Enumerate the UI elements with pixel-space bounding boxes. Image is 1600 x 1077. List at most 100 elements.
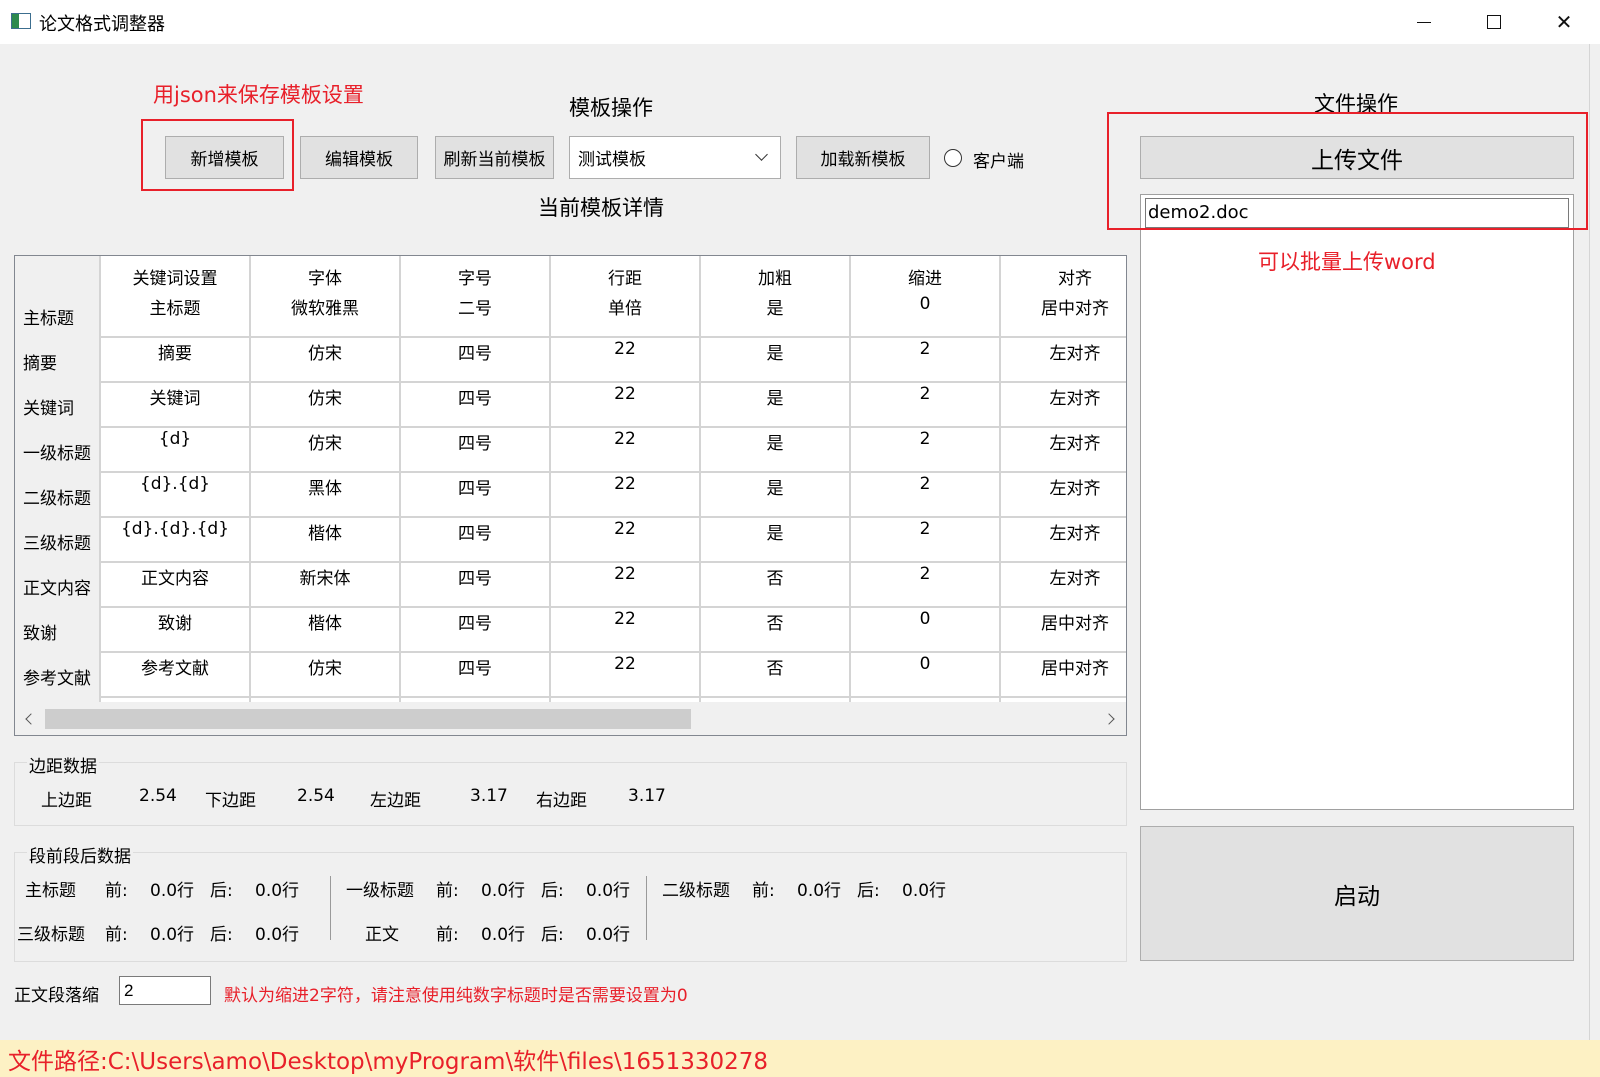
file-list[interactable] [1140,194,1574,810]
table-cell[interactable]: 参考文献 [101,654,249,679]
table-cell[interactable]: 楷体 [251,519,399,544]
table-cell[interactable]: 22 [551,564,699,584]
row-header[interactable]: 主标题 [23,304,74,329]
table-cell[interactable]: 仿宋 [251,429,399,454]
table-cell[interactable]: 是 [701,519,849,544]
table-cell[interactable]: 22 [551,474,699,494]
table-cell[interactable]: 是 [701,384,849,409]
table-cell[interactable]: 左对齐 [1001,384,1126,409]
column-header-indent[interactable]: 缩进 [851,264,999,289]
table-cell[interactable]: 22 [551,384,699,404]
table-cell[interactable]: 否 [701,654,849,679]
table-cell[interactable]: 四号 [401,519,549,544]
table-cell[interactable]: 否 [701,564,849,589]
table-cell[interactable]: 四号 [401,339,549,364]
table-cell[interactable]: 居中对齐 [1001,294,1126,319]
table-cell[interactable]: 仿宋 [251,654,399,679]
column-header-font[interactable]: 字体 [251,264,399,289]
row-header[interactable]: 二级标题 [23,484,91,509]
column-header-line-spacing[interactable]: 行距 [551,264,699,289]
table-cell[interactable]: 正文内容 [101,564,249,589]
table-cell[interactable]: 2 [851,519,999,539]
table-cell[interactable]: 是 [701,474,849,499]
scroll-right-icon[interactable] [1103,713,1115,725]
table-cell[interactable]: 四号 [401,429,549,454]
table-cell[interactable]: 致谢 [101,609,249,634]
table-cell[interactable]: 2 [851,384,999,404]
before-label: 前: [105,925,128,945]
table-cell[interactable]: 黑体 [251,474,399,499]
after-label: 后: [210,881,233,901]
column-header-align[interactable]: 对齐 [1001,264,1126,289]
table-cell[interactable]: 仿宋 [251,339,399,364]
table-cell[interactable]: 二号 [401,294,549,319]
row-header[interactable]: 正文内容 [23,574,91,599]
table-cell[interactable]: 左对齐 [1001,339,1126,364]
table-cell[interactable]: 单倍 [551,294,699,319]
minimize-button[interactable] [1389,0,1459,44]
table-cell[interactable]: 四号 [401,384,549,409]
close-button[interactable]: ✕ [1529,0,1599,44]
table-cell[interactable]: {d}.{d} [101,474,249,494]
table-cell[interactable]: 左对齐 [1001,564,1126,589]
template-select[interactable]: 测试模板 [569,136,781,179]
table-cell[interactable]: 仿宋 [251,384,399,409]
maximize-button[interactable] [1459,0,1529,44]
table-cell[interactable]: 2 [851,429,999,449]
table-cell[interactable]: 微软雅黑 [251,294,399,319]
row-header[interactable]: 三级标题 [23,529,91,554]
table-cell[interactable]: 22 [551,609,699,629]
scroll-left-icon[interactable] [25,713,37,725]
add-template-button[interactable]: 新增模板 [165,136,284,179]
table-cell[interactable]: 否 [701,609,849,634]
table-cell[interactable]: 0 [851,654,999,674]
start-button[interactable]: 启动 [1140,826,1574,961]
table-cell[interactable]: 2 [851,339,999,359]
table-horizontal-scrollbar[interactable] [15,702,1126,735]
row-header[interactable]: 摘要 [23,349,57,374]
scrollbar-thumb[interactable] [45,709,691,729]
table-cell[interactable]: 四号 [401,474,549,499]
table-cell[interactable]: 是 [701,339,849,364]
table-cell[interactable]: 新宋体 [251,564,399,589]
right-margin-label: 右边距 [536,791,587,811]
refresh-template-button[interactable]: 刷新当前模板 [435,136,554,179]
table-cell[interactable]: 居中对齐 [1001,654,1126,679]
table-cell[interactable]: 主标题 [101,294,249,319]
edit-template-button[interactable]: 编辑模板 [300,136,418,179]
table-cell[interactable]: 22 [551,519,699,539]
table-cell[interactable]: 摘要 [101,339,249,364]
table-cell[interactable]: {d} [101,429,249,449]
client-radio[interactable] [944,149,962,167]
row-header[interactable]: 一级标题 [23,439,91,464]
table-cell[interactable]: 居中对齐 [1001,609,1126,634]
row-header[interactable]: 关键词 [23,394,74,419]
table-cell[interactable]: 关键词 [101,384,249,409]
indent-input[interactable] [119,976,211,1005]
table-cell[interactable]: 四号 [401,564,549,589]
table-cell[interactable]: 四号 [401,609,549,634]
table-cell[interactable]: 左对齐 [1001,519,1126,544]
table-cell[interactable]: 是 [701,294,849,319]
before-value: 0.0行 [797,881,842,901]
table-cell[interactable]: {d}.{d}.{d} [101,519,249,539]
column-header-keyword[interactable]: 关键词设置 [101,264,249,289]
column-header-size[interactable]: 字号 [401,264,549,289]
table-cell[interactable]: 左对齐 [1001,429,1126,454]
table-cell[interactable]: 左对齐 [1001,474,1126,499]
table-cell[interactable]: 0 [851,609,999,629]
table-cell[interactable]: 22 [551,429,699,449]
table-cell[interactable]: 楷体 [251,609,399,634]
table-cell[interactable]: 2 [851,564,999,584]
table-cell[interactable]: 是 [701,429,849,454]
table-cell[interactable]: 四号 [401,654,549,679]
table-cell[interactable]: 22 [551,654,699,674]
table-cell[interactable]: 22 [551,339,699,359]
template-table[interactable]: 关键词设置 字体 字号 行距 加粗 缩进 对齐 主标题 摘要 关键词 一级标题 … [14,255,1127,736]
load-template-button[interactable]: 加载新模板 [796,136,930,179]
table-cell[interactable]: 0 [851,294,999,314]
table-cell[interactable]: 2 [851,474,999,494]
column-header-bold[interactable]: 加粗 [701,264,849,289]
row-header[interactable]: 致谢 [23,619,57,644]
row-header[interactable]: 参考文献 [23,664,91,689]
